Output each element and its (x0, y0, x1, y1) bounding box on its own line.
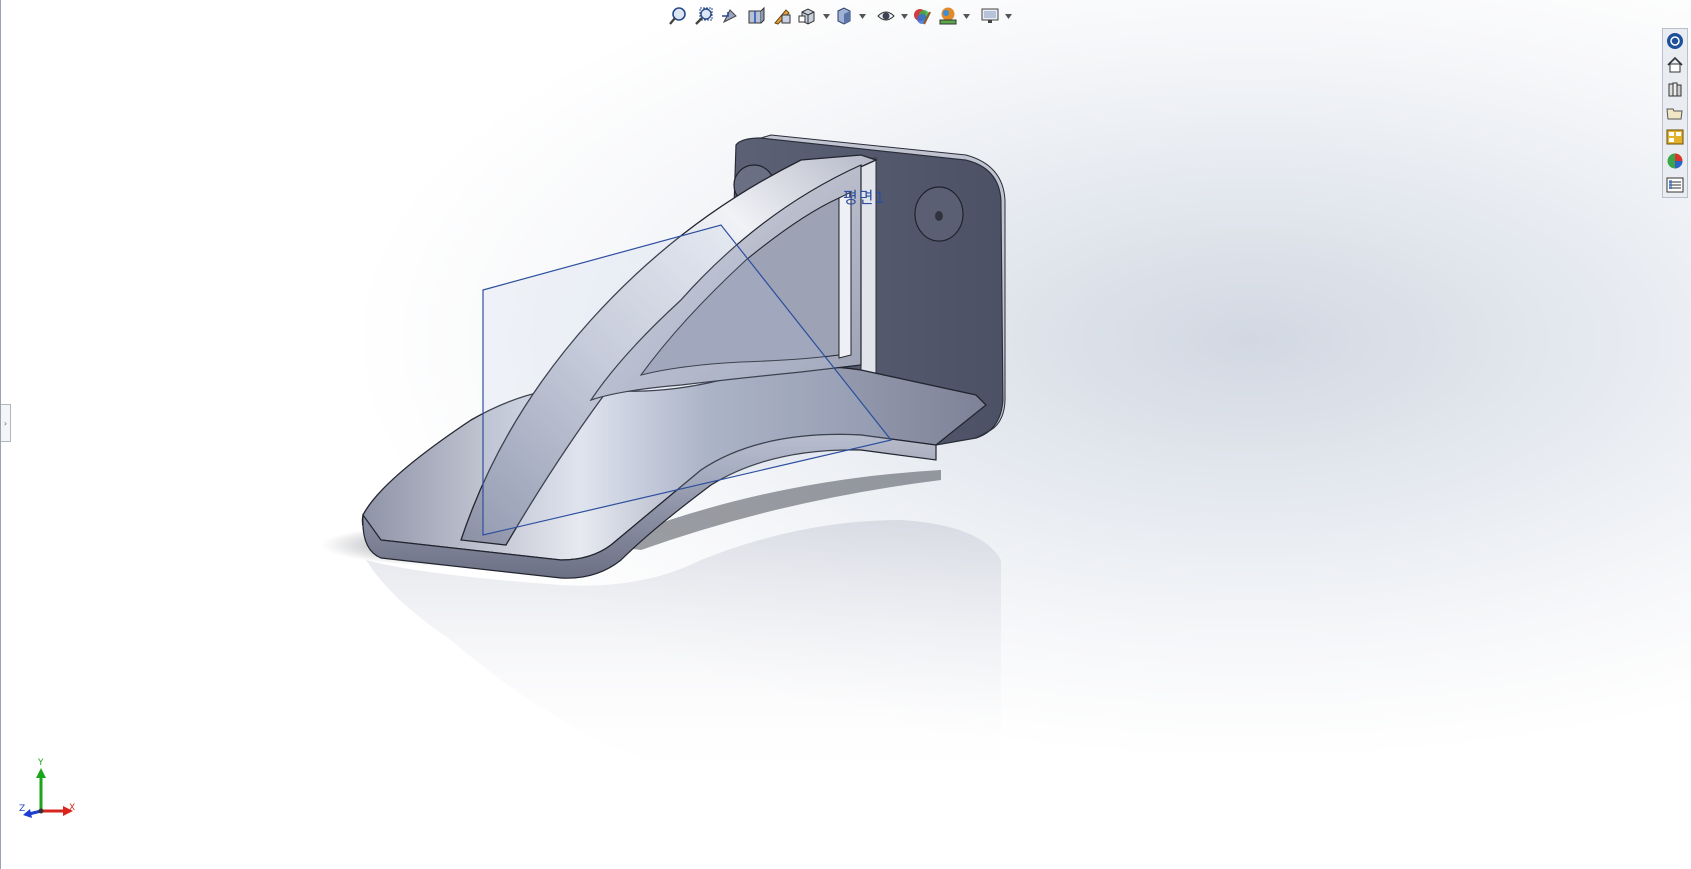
edit-appearance-button[interactable] (909, 3, 935, 29)
section-view-icon (748, 6, 765, 24)
tab-file-explorer[interactable] (1663, 102, 1687, 124)
tab-design-library[interactable] (1663, 78, 1687, 100)
home-icon (1667, 56, 1683, 73)
hide-show-items-dropdown[interactable] (899, 3, 909, 29)
apply-scene-icon (939, 7, 957, 25)
section-view-button[interactable] (743, 3, 769, 29)
tab-solidworks-resources[interactable] (1663, 30, 1687, 52)
view-orientation-dropdown[interactable] (821, 3, 831, 29)
design-library-icon (1668, 82, 1682, 97)
dynamic-annotation-views-icon (774, 9, 791, 25)
tab-view-palette[interactable] (1663, 126, 1687, 148)
part-model[interactable] (1, 0, 1691, 869)
chevron-down-icon (962, 13, 970, 19)
view-palette-icon (1666, 129, 1684, 145)
expand-icon: › (3, 418, 8, 428)
previous-view-icon (722, 9, 737, 24)
display-style-button[interactable] (831, 3, 857, 29)
zoom-to-fit-button[interactable] (665, 3, 691, 29)
edit-appearance-icon (914, 9, 931, 25)
tab-custom-properties[interactable] (1663, 174, 1687, 196)
graphics-area[interactable]: 평면1 › Y X Z (0, 0, 1691, 869)
view-settings-icon (981, 8, 999, 23)
zoom-to-area-icon (695, 7, 713, 25)
view-settings-dropdown[interactable] (1003, 3, 1013, 29)
hide-show-items-icon (877, 11, 895, 21)
reference-triad: Y X Z (19, 758, 79, 820)
chevron-down-icon (900, 13, 908, 19)
appearances-scenes-icon (1667, 153, 1683, 169)
custom-properties-icon (1666, 177, 1684, 193)
feature-manager-toggle[interactable]: › (1, 404, 11, 442)
chevron-down-icon (1004, 13, 1012, 19)
tab-home[interactable] (1663, 54, 1687, 76)
triad-x-label: X (69, 803, 76, 813)
chevron-down-icon (822, 13, 830, 19)
apply-scene-button[interactable] (935, 3, 961, 29)
tab-appearances-scenes[interactable] (1663, 150, 1687, 172)
apply-scene-dropdown[interactable] (961, 3, 971, 29)
file-explorer-icon (1666, 108, 1683, 120)
zoom-to-area-button[interactable] (691, 3, 717, 29)
triad-z-label: Z (19, 804, 26, 814)
task-pane-tabs (1662, 28, 1688, 198)
hide-show-items-button[interactable] (873, 3, 899, 29)
solidworks-resources-icon (1667, 33, 1683, 49)
plane-label[interactable]: 평면1 (843, 184, 886, 208)
previous-view-button[interactable] (717, 3, 743, 29)
zoom-to-fit-icon (669, 7, 686, 25)
dynamic-annotation-views-button[interactable] (769, 3, 795, 29)
view-settings-button[interactable] (977, 3, 1003, 29)
heads-up-view-toolbar (665, 3, 1013, 29)
view-orientation-button[interactable] (795, 3, 821, 29)
display-style-icon (837, 7, 851, 25)
chevron-down-icon (858, 13, 866, 19)
triad-y-label: Y (38, 758, 44, 768)
display-style-dropdown[interactable] (857, 3, 867, 29)
view-orientation-icon (798, 8, 815, 25)
